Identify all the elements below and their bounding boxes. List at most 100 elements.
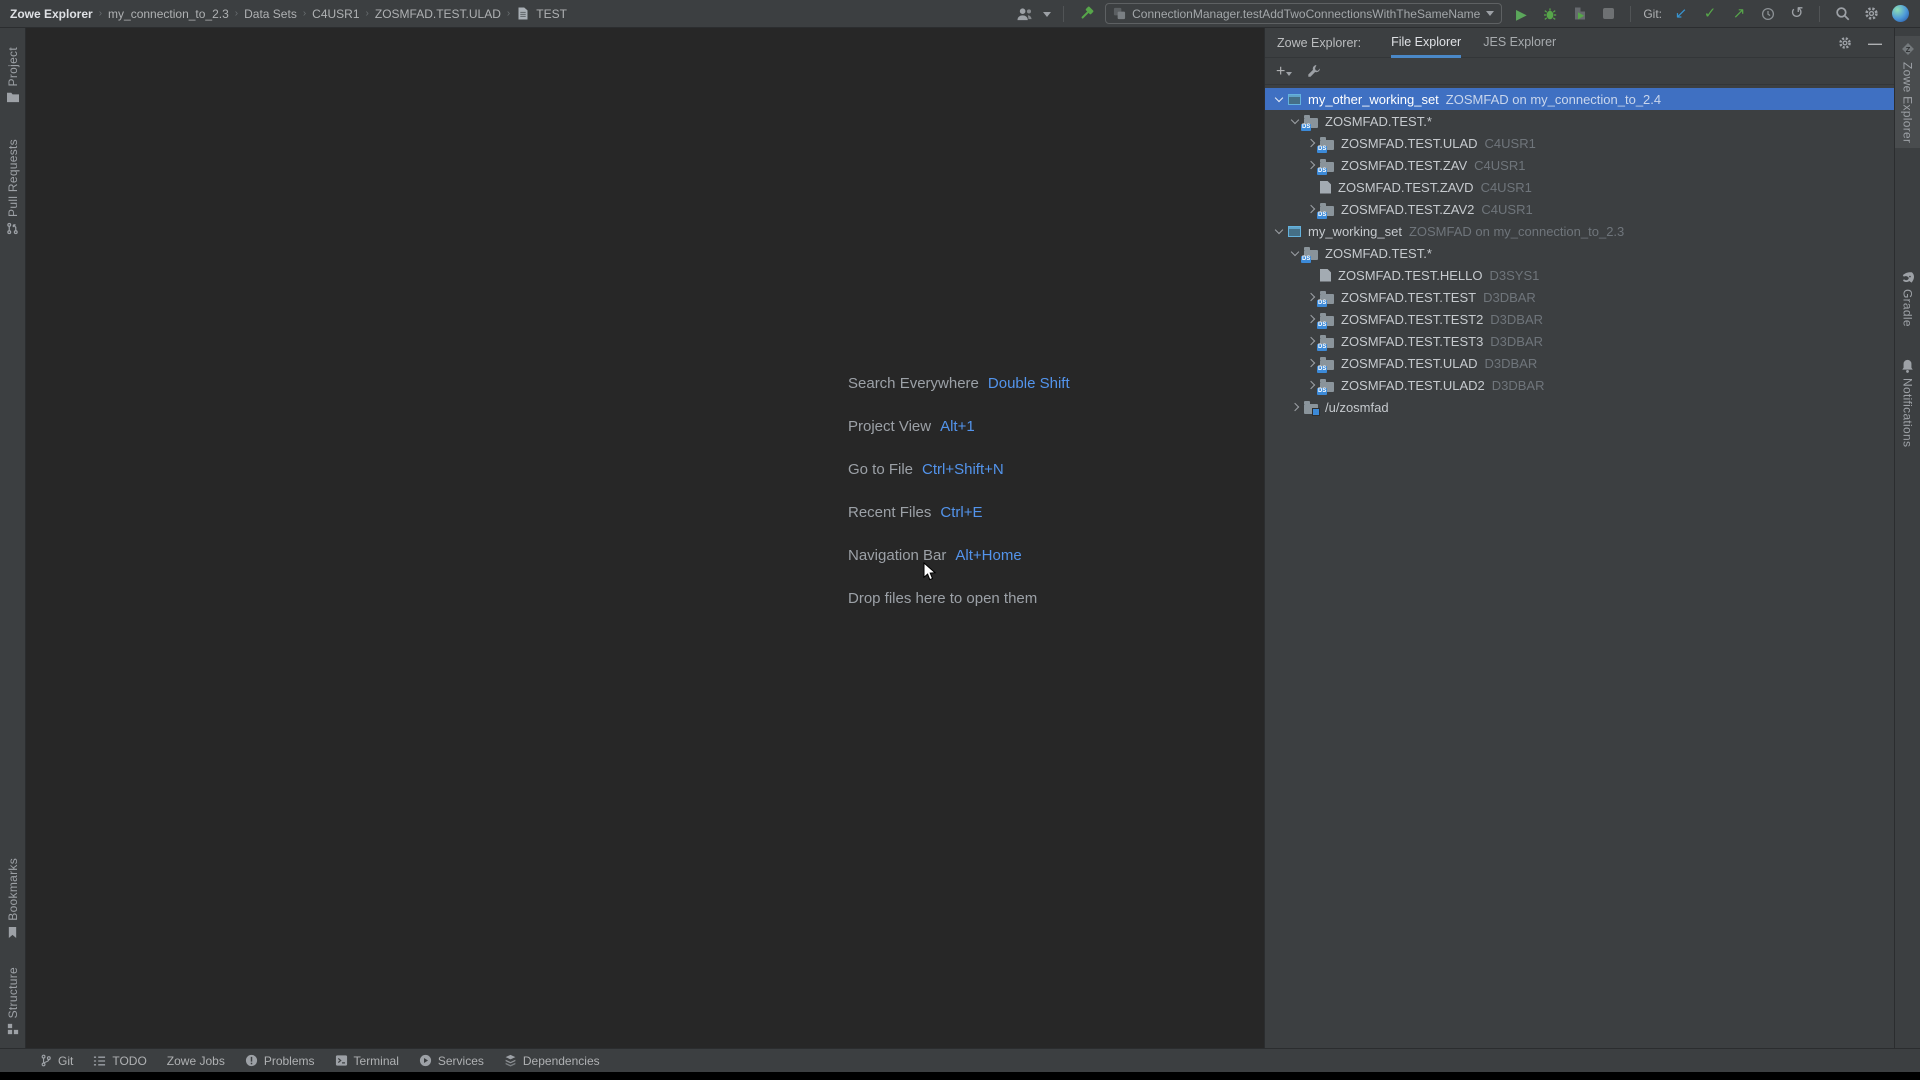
wrench-icon[interactable] <box>1307 64 1321 78</box>
shortcut-hint-row: Recent FilesCtrl+E <box>848 491 1070 534</box>
chevron-right-icon[interactable] <box>1303 360 1318 366</box>
breadcrumb-item[interactable]: Data Sets <box>244 7 297 21</box>
statusbar-item-zowe-jobs[interactable]: Zowe Jobs <box>157 1049 235 1072</box>
statusbar-item-problems[interactable]: Problems <box>235 1049 325 1072</box>
tree-row[interactable]: ZOSMFAD.TEST.ZAVC4USR1 <box>1265 154 1894 176</box>
ds-folder-icon <box>1320 360 1334 370</box>
tree-row[interactable]: ZOSMFAD.TEST.ULADD3DBAR <box>1265 352 1894 374</box>
dataset-name: ZOSMFAD.TEST.TEST <box>1341 290 1476 305</box>
chevron-down-icon[interactable] <box>1287 119 1302 123</box>
user-avatar-icon[interactable] <box>1014 4 1034 24</box>
chevron-right-icon[interactable] <box>1303 382 1318 388</box>
tab-file-explorer[interactable]: File Explorer <box>1391 28 1461 58</box>
working-set-icon <box>1288 94 1301 105</box>
stripe-button-gradle[interactable]: Gradle <box>1895 266 1920 332</box>
tool-window-minimize-icon[interactable]: — <box>1868 36 1882 50</box>
run-icon[interactable]: ▶ <box>1511 4 1531 24</box>
chevron-down-icon[interactable] <box>1287 251 1302 255</box>
search-icon[interactable] <box>1832 4 1852 24</box>
tree-row[interactable]: ZOSMFAD.TEST.* <box>1265 242 1894 264</box>
breadcrumb-item[interactable]: ZOSMFAD.TEST.ULAD <box>375 7 501 21</box>
ds-folder-icon <box>1320 140 1334 150</box>
statusbar-item-label: Services <box>438 1054 484 1068</box>
svg-text:Z: Z <box>1905 45 1910 54</box>
dataset-name: ZOSMFAD.TEST.* <box>1325 114 1432 129</box>
breadcrumb-item[interactable]: C4USR1 <box>312 7 359 21</box>
statusbar-item-todo[interactable]: TODO <box>83 1049 156 1072</box>
tree-row[interactable]: ZOSMFAD.TEST.ULAD2D3DBAR <box>1265 374 1894 396</box>
breadcrumb-item[interactable]: Zowe Explorer <box>10 7 93 21</box>
tool-window-header: Zowe Explorer: File Explorer JES Explorer… <box>1265 28 1894 58</box>
chevron-right-icon[interactable] <box>1303 206 1318 212</box>
tree-row[interactable]: ZOSMFAD.TEST.* <box>1265 110 1894 132</box>
volume-label: D3DBAR <box>1485 356 1538 371</box>
coverage-icon[interactable] <box>1569 4 1589 24</box>
chevron-right-icon[interactable] <box>1303 316 1318 322</box>
stripe-button-structure[interactable]: Structure <box>0 962 25 1040</box>
volume-label: C4USR1 <box>1481 202 1532 217</box>
dataset-name: ZOSMFAD.TEST.ULAD2 <box>1341 378 1485 393</box>
ds-folder-icon <box>1320 162 1334 172</box>
toolbar-divider <box>1819 6 1820 22</box>
statusbar-item-terminal[interactable]: Terminal <box>325 1049 409 1072</box>
stripe-button-label: Notifications <box>1901 378 1915 447</box>
tree-row[interactable]: ZOSMFAD.TEST.HELLOD3SYS1 <box>1265 264 1894 286</box>
chevron-right-icon[interactable] <box>1287 404 1302 410</box>
tree-row[interactable]: my_working_setZOSMFAD on my_connection_t… <box>1265 220 1894 242</box>
tool-window-gear-icon[interactable] <box>1838 36 1852 50</box>
tree-row[interactable]: ZOSMFAD.TEST.ZAVDC4USR1 <box>1265 176 1894 198</box>
chevron-down-icon[interactable] <box>1271 229 1286 233</box>
chevron-down-icon[interactable] <box>1271 97 1286 101</box>
tool-window-title: Zowe Explorer: <box>1277 36 1361 50</box>
stripe-button-pull-requests[interactable]: Pull Requests <box>0 134 25 240</box>
git-update-icon[interactable]: ↙ <box>1671 4 1691 24</box>
ds-file-icon <box>1320 269 1331 282</box>
settings-gear-icon[interactable] <box>1861 4 1881 24</box>
stripe-button-zowe-explorer[interactable]: ZZowe Explorer <box>1895 36 1920 148</box>
tab-jes-explorer[interactable]: JES Explorer <box>1483 28 1556 58</box>
build-hammer-icon[interactable] <box>1076 4 1096 24</box>
working-set-icon <box>1288 226 1301 237</box>
stop-icon[interactable] <box>1598 4 1618 24</box>
stripe-button-project[interactable]: Project <box>0 42 25 108</box>
breadcrumb-item[interactable]: my_connection_to_2.3 <box>108 7 229 21</box>
chevron-right-icon[interactable] <box>1303 140 1318 146</box>
ide-globe-icon[interactable] <box>1890 4 1910 24</box>
shortcut-keys: Double Shift <box>988 375 1070 392</box>
add-icon[interactable]: + <box>1276 64 1292 79</box>
notifications-icon <box>1901 359 1914 373</box>
volume-label: D3DBAR <box>1490 312 1543 327</box>
statusbar-item-services[interactable]: Services <box>409 1049 494 1072</box>
history-clock-icon[interactable] <box>1758 4 1778 24</box>
breadcrumb-separator-icon: › <box>365 8 370 19</box>
rollback-icon[interactable]: ↺ <box>1787 4 1807 24</box>
tree-row[interactable]: ZOSMFAD.TEST.TEST3D3DBAR <box>1265 330 1894 352</box>
run-config-caret-icon <box>1486 11 1494 20</box>
chevron-right-icon[interactable] <box>1303 338 1318 344</box>
chevron-right-icon[interactable] <box>1303 294 1318 300</box>
statusbar-item-dependencies[interactable]: Dependencies <box>494 1049 610 1072</box>
uss-folder-icon <box>1304 404 1318 414</box>
stripe-button-bookmarks[interactable]: Bookmarks <box>0 853 25 944</box>
tree-row[interactable]: ZOSMFAD.TEST.TEST2D3DBAR <box>1265 308 1894 330</box>
chevron-right-icon[interactable] <box>1303 162 1318 168</box>
breadcrumb-item[interactable]: TEST <box>536 7 567 21</box>
shortcut-hint-row: Go to FileCtrl+Shift+N <box>848 448 1070 491</box>
debug-bug-icon[interactable] <box>1540 4 1560 24</box>
tree-row[interactable]: ZOSMFAD.TEST.ZAV2C4USR1 <box>1265 198 1894 220</box>
git-push-icon[interactable]: ↗ <box>1729 4 1749 24</box>
statusbar-item-git[interactable]: Git <box>30 1049 83 1072</box>
stripe-button-label: Bookmarks <box>6 858 20 921</box>
volume-label: D3DBAR <box>1483 290 1536 305</box>
run-configuration-select[interactable]: ConnectionManager.testAddTwoConnectionsW… <box>1105 3 1502 24</box>
stripe-button-notifications[interactable]: Notifications <box>1895 354 1920 452</box>
git-commit-icon[interactable]: ✓ <box>1700 4 1720 24</box>
tree-row[interactable]: ZOSMFAD.TEST.TEST D3DBAR <box>1265 286 1894 308</box>
tree-row[interactable]: /u/zosmfad <box>1265 396 1894 418</box>
zowe-icon: Z <box>1900 41 1916 57</box>
editor-empty-area[interactable]: Search EverywhereDouble ShiftProject Vie… <box>26 28 1264 1048</box>
tree-row[interactable]: my_other_working_setZOSMFAD on my_connec… <box>1265 88 1894 110</box>
tree-row[interactable]: ZOSMFAD.TEST.ULADC4USR1 <box>1265 132 1894 154</box>
avatar-dropdown-caret-icon[interactable] <box>1043 12 1051 21</box>
terminal-icon <box>335 1054 348 1067</box>
